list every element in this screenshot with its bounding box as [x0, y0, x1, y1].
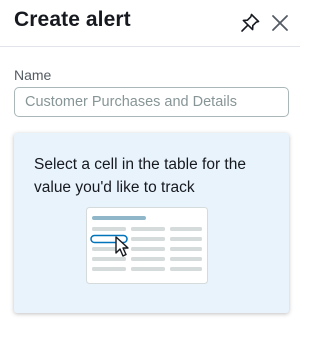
close-icon — [272, 15, 288, 31]
panel-header: Create alert — [0, 0, 300, 47]
close-button[interactable] — [268, 11, 292, 35]
pin-icon — [241, 13, 260, 32]
name-label: Name — [14, 67, 52, 83]
pin-button[interactable] — [238, 11, 262, 35]
select-cell-hint-card: Select a cell in the table for the value… — [14, 133, 289, 313]
name-input[interactable] — [14, 87, 289, 117]
hint-text: Select a cell in the table for the value… — [34, 156, 246, 196]
illustration-header-bar — [92, 216, 146, 220]
table-select-cell-illustration — [86, 207, 208, 284]
panel-title: Create alert — [14, 8, 131, 31]
create-alert-panel: Create alert Name Select a cell in the t… — [0, 0, 300, 347]
